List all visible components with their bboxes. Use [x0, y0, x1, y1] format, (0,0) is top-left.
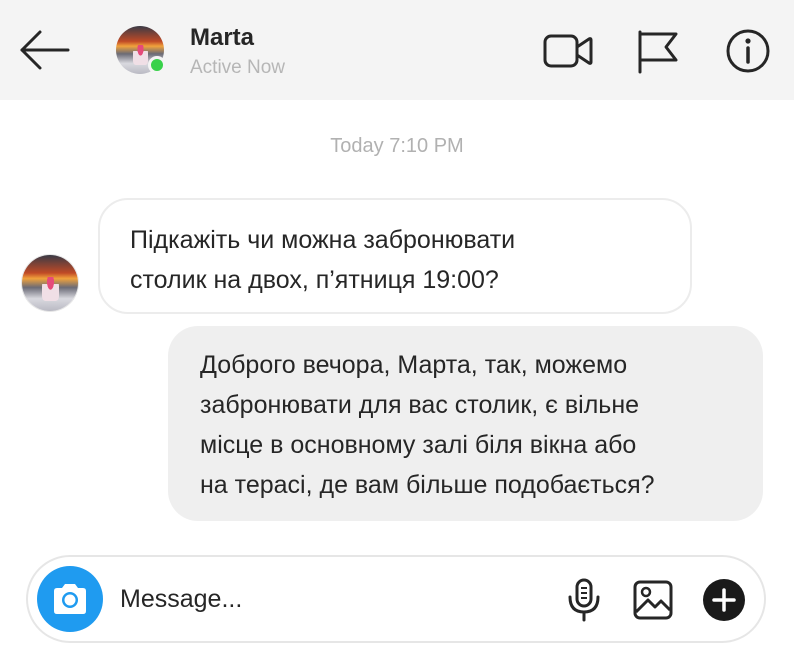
avatar-photo-figure: [42, 277, 59, 301]
message-input[interactable]: [120, 577, 540, 621]
message-timestamp: Today 7:10 PM: [330, 135, 464, 157]
plus-icon: [703, 579, 745, 621]
message-line: столик на двох, п’ятниця 19:00?: [130, 266, 499, 294]
contact-name[interactable]: Marta: [190, 24, 254, 52]
report-button[interactable]: [632, 28, 684, 74]
more-options-button[interactable]: [701, 577, 747, 623]
flag-icon: [638, 30, 678, 74]
video-call-button[interactable]: [542, 28, 594, 74]
message-line: місце в основному залі біля вікна або: [200, 431, 637, 459]
sender-avatar[interactable]: [22, 255, 78, 311]
chat-screen: Marta Active Now Today 7:10 PM Підкажіть…: [0, 0, 794, 670]
info-button[interactable]: [722, 28, 774, 74]
message-line: Підкажіть чи можна забронювати: [130, 226, 516, 254]
message-line: Доброго вечора, Марта, так, можемо: [200, 351, 628, 379]
back-button[interactable]: [16, 28, 72, 72]
camera-button[interactable]: [37, 566, 103, 632]
outgoing-message-bubble[interactable]: Доброго вечора, Марта, так, можемо забро…: [168, 326, 763, 521]
back-arrow-icon: [20, 30, 70, 70]
online-status-dot: [148, 56, 166, 74]
message-line: на терасі, де вам більше подобається?: [200, 471, 655, 499]
message-composer: [26, 555, 766, 643]
microphone-icon: [568, 578, 600, 622]
contact-status: Active Now: [190, 57, 286, 78]
incoming-message-bubble[interactable]: Підкажіть чи можна забронювати столик на…: [98, 198, 692, 314]
info-icon: [726, 29, 770, 73]
message-line: забронювати для вас столик, є вільне: [200, 391, 640, 419]
voice-message-button[interactable]: [561, 577, 607, 623]
chat-header: Marta Active Now: [0, 0, 794, 100]
gallery-button[interactable]: [630, 577, 676, 623]
avatar-photo-figure: [133, 45, 148, 66]
camera-icon: [54, 584, 86, 614]
image-icon: [633, 580, 673, 620]
video-camera-icon: [543, 34, 593, 68]
